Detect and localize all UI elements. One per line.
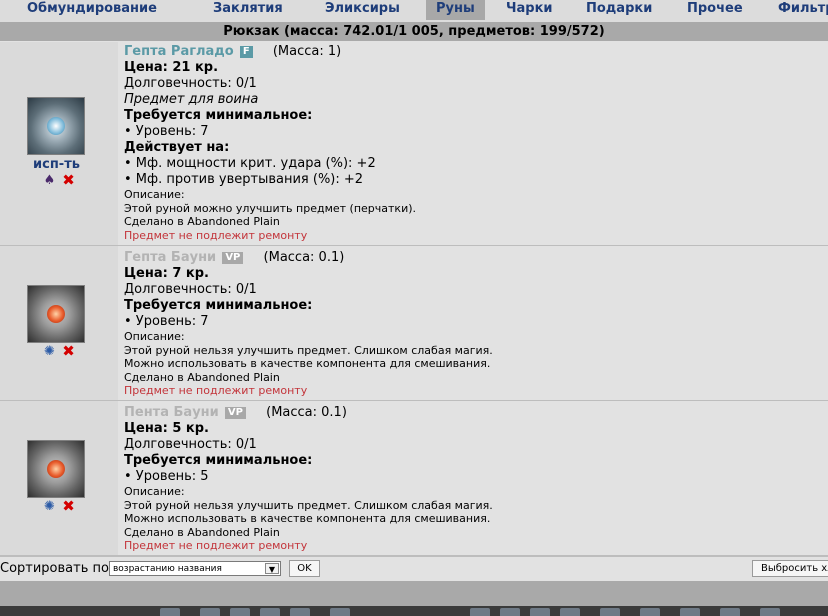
ok-button[interactable]: OK [289,560,320,577]
taskbar-icon[interactable] [760,608,780,616]
use-item-link[interactable]: исп-ть [33,157,80,172]
item-badge: VP [222,252,244,264]
description-title: Описание: [124,485,185,498]
dismantle-icon[interactable]: ✺ [43,500,56,513]
item-mass: (Масса: 0.1) [266,405,347,420]
description-line: Этой руной можно улучшить предмет (перча… [124,201,417,215]
item-image-cell: исп-ть ♠ ✖ [0,42,118,245]
item-durability: Долговечность: 0/1 [124,76,257,91]
made-in: Сделано в Abandoned Plain [124,525,280,539]
no-repair-note: Предмет не подлежит ремонту [124,228,308,242]
taskbar-icon[interactable] [680,608,700,616]
tab-other[interactable]: Прочее [687,0,743,20]
taskbar [0,606,828,616]
description-line: Можно использовать в качестве компонента… [124,512,491,525]
requirements-title: Требуется минимальное: [124,108,313,123]
taskbar-icon[interactable] [290,608,310,616]
requirement-level: • Уровень: 5 [124,469,209,484]
tab-gifts[interactable]: Подарки [586,0,652,20]
backpack-header: Рюкзак (масса: 742.01/1 005, предметов: … [0,22,828,41]
requirement-level: • Уровень: 7 [124,314,209,329]
item-info: Гепта Бауни VP (Масса: 0.1) Цена: 7 кр. … [124,250,493,398]
description-title: Описание: [124,330,185,343]
taskbar-icon[interactable] [260,608,280,616]
wear-icon[interactable]: ♠ [43,174,56,187]
sort-bar: Сортировать по возрастанию названия ▼ OK… [0,556,828,581]
made-in: Сделано в Abandoned Plain [124,370,280,384]
no-repair-note: Предмет не подлежит ремонту [124,384,308,397]
item-durability: Долговечность: 0/1 [124,282,257,297]
item-name[interactable]: Пента Бауни [124,405,219,420]
taskbar-icon[interactable] [600,608,620,616]
taskbar-icon[interactable] [470,608,490,616]
item-class: Предмет для воина [124,92,259,107]
description-line: Можно использовать в качестве компонента… [124,357,491,370]
dismantle-icon[interactable]: ✺ [43,345,56,358]
sort-label: Сортировать по [0,561,109,576]
item-info: Гепта Рагладо F (Масса: 1) Цена: 21 кр. … [124,44,416,242]
inventory-item: исп-ть ♠ ✖ Гепта Рагладо F (Масса: 1) Це… [0,42,828,246]
description-line: Этой руной нельзя улучшить предмет. Слиш… [124,343,493,357]
requirement-level: • Уровень: 7 [124,124,209,139]
throw-away-button[interactable]: Выбросить хла [752,560,828,577]
effect-line: • Мф. против увертывания (%): +2 [124,172,364,187]
delete-icon[interactable]: ✖ [62,173,75,188]
tab-filter[interactable]: Фильтр [778,0,828,20]
bottom-strip [0,581,828,606]
item-mass: (Масса: 1) [272,44,342,59]
made-in: Сделано в Abandoned Plain [124,215,280,228]
effect-line: • Мф. мощности крит. удара (%): +2 [124,156,376,171]
inventory-item: ✺ ✖ Гепта Бауни VP (Масса: 0.1) Цена: 7 … [0,246,828,401]
item-image-cell: ✺ ✖ [0,401,118,555]
sort-select[interactable]: возрастанию названия ▼ [109,561,281,576]
delete-icon[interactable]: ✖ [62,344,75,359]
category-tabs: Обмундирование Заклятия Эликсиры Руны Ча… [0,0,828,23]
sort-selected-value: возрастанию названия [113,564,222,574]
item-mass: (Масса: 0.1) [263,250,345,265]
item-price: Цена: 21 кр. [124,60,219,75]
delete-icon[interactable]: ✖ [62,499,75,514]
requirements-title: Требуется минимальное: [124,298,313,313]
taskbar-icon[interactable] [530,608,550,616]
item-name[interactable]: Гепта Рагладо [124,44,234,59]
taskbar-icon[interactable] [160,608,180,616]
taskbar-icon[interactable] [230,608,250,616]
tab-elixirs[interactable]: Эликсиры [325,0,400,20]
requirements-title: Требуется минимальное: [124,453,313,468]
chevron-down-icon[interactable]: ▼ [265,563,279,574]
item-badge: F [239,46,253,58]
taskbar-icon[interactable] [500,608,520,616]
rune-image [27,285,85,343]
taskbar-icon[interactable] [330,608,350,616]
tab-spells[interactable]: Заклятия [213,0,283,20]
taskbar-icon[interactable] [640,608,660,616]
tab-runes[interactable]: Руны [426,0,485,20]
item-name[interactable]: Гепта Бауни [124,250,216,265]
item-durability: Долговечность: 0/1 [124,437,257,452]
taskbar-icon[interactable] [200,608,220,616]
item-price: Цена: 5 кр. [124,421,209,436]
rune-image [27,440,85,498]
taskbar-icon[interactable] [720,608,740,616]
item-price: Цена: 7 кр. [124,266,209,281]
taskbar-icon[interactable] [560,608,580,616]
item-image-cell: ✺ ✖ [0,246,118,400]
description-line: Этой руной нельзя улучшить предмет. Слиш… [124,498,493,512]
rune-image [27,97,85,155]
inventory-item: ✺ ✖ Пента Бауни VP (Масса: 0.1) Цена: 5 … [0,401,828,556]
tab-charms[interactable]: Чарки [506,0,553,20]
item-badge: VP [224,407,246,419]
tab-equipment[interactable]: Обмундирование [27,0,157,20]
effects-title: Действует на: [124,140,230,155]
no-repair-note: Предмет не подлежит ремонту [124,539,308,552]
description-title: Описание: [124,188,185,201]
item-info: Пента Бауни VP (Масса: 0.1) Цена: 5 кр. … [124,405,493,553]
